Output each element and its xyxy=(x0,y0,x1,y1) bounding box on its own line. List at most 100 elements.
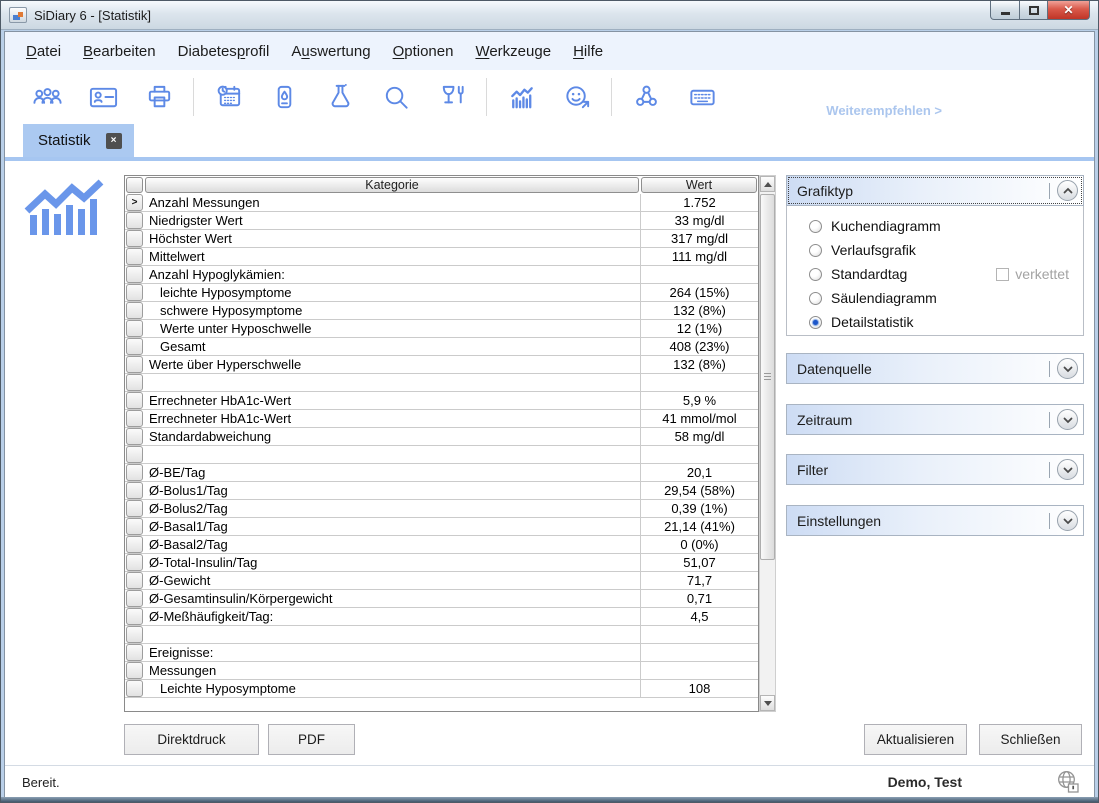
table-row[interactable]: Ø-Basal1/Tag21,14 (41%) xyxy=(125,518,758,536)
row-selector[interactable]: > xyxy=(126,194,143,211)
row-selector[interactable] xyxy=(126,356,143,373)
table-row[interactable] xyxy=(125,446,758,464)
radio-kuchendiagramm[interactable] xyxy=(809,220,822,233)
row-selector[interactable] xyxy=(126,464,143,481)
row-selector[interactable] xyxy=(126,482,143,499)
table-row[interactable]: leichte Hyposymptome264 (15%) xyxy=(125,284,758,302)
table-row[interactable]: Ø-BE/Tag20,1 xyxy=(125,464,758,482)
expand-einstellungen-button[interactable] xyxy=(1057,510,1078,531)
radio-label-s-ulendiagramm[interactable]: Säulendiagramm xyxy=(831,290,937,306)
row-selector[interactable] xyxy=(126,374,143,391)
radio-label-kuchendiagramm[interactable]: Kuchendiagramm xyxy=(831,218,941,234)
toolbar-button-food[interactable] xyxy=(435,77,469,117)
row-selector[interactable] xyxy=(126,590,143,607)
table-row[interactable]: Leichte Hyposymptome108 xyxy=(125,680,758,698)
radio-verlaufsgrafik[interactable] xyxy=(809,244,822,257)
radio-label-standardtag[interactable]: Standardtag xyxy=(831,266,907,282)
menu-item-werkzeuge[interactable]: Werkzeuge xyxy=(475,43,551,60)
online-status-icon[interactable] xyxy=(1055,770,1081,797)
toolbar-button-statistics[interactable] xyxy=(504,77,538,117)
tab-statistik[interactable]: Statistik × xyxy=(23,124,134,157)
table-row[interactable]: Ø-Total-Insulin/Tag51,07 xyxy=(125,554,758,572)
selector-column-header[interactable] xyxy=(126,177,143,193)
toolbar-button-printer[interactable] xyxy=(142,77,176,117)
schliessen-button[interactable]: Schließen xyxy=(979,724,1082,755)
pdf-button[interactable]: PDF xyxy=(268,724,355,755)
table-row[interactable]: Ereignisse: xyxy=(125,644,758,662)
scroll-up-button[interactable] xyxy=(760,176,775,192)
table-row[interactable]: Werte unter Hyposchwelle12 (1%) xyxy=(125,320,758,338)
tab-close-icon[interactable]: × xyxy=(106,133,122,149)
direktdruck-button[interactable]: Direktdruck xyxy=(124,724,259,755)
panel-datenquelle-header[interactable]: Datenquelle xyxy=(786,353,1084,384)
table-row[interactable]: Gesamt408 (23%) xyxy=(125,338,758,356)
row-selector[interactable] xyxy=(126,536,143,553)
table-row[interactable] xyxy=(125,626,758,644)
row-selector[interactable] xyxy=(126,284,143,301)
row-selector[interactable] xyxy=(126,518,143,535)
table-row[interactable]: Ø-Bolus2/Tag0,39 (1%) xyxy=(125,500,758,518)
row-selector[interactable] xyxy=(126,500,143,517)
panel-zeitraum-header[interactable]: Zeitraum xyxy=(786,404,1084,435)
toolbar-button-users[interactable] xyxy=(30,77,64,117)
value-column-header[interactable]: Wert xyxy=(641,177,757,193)
toolbar-button-share[interactable] xyxy=(629,77,663,117)
radio-label-verlaufsgrafik[interactable]: Verlaufsgrafik xyxy=(831,242,916,258)
row-selector[interactable] xyxy=(126,410,143,427)
menu-item-auswertung[interactable]: Auswertung xyxy=(291,43,370,60)
panel-einstellungen-header[interactable]: Einstellungen xyxy=(786,505,1084,536)
table-row[interactable]: Mittelwert111 mg/dl xyxy=(125,248,758,266)
toolbar-button-keyboard[interactable] xyxy=(685,77,719,117)
table-row[interactable]: >Anzahl Messungen1.752 xyxy=(125,194,758,212)
menu-item-bearbeiten[interactable]: Bearbeiten xyxy=(83,43,156,60)
radio-label-detailstatistik[interactable]: Detailstatistik xyxy=(831,314,913,330)
table-row[interactable]: Ø-Gesamtinsulin/Körpergewicht0,71 xyxy=(125,590,758,608)
row-selector[interactable] xyxy=(126,320,143,337)
row-selector[interactable] xyxy=(126,248,143,265)
toolbar-button-smiley[interactable] xyxy=(560,77,594,117)
row-selector[interactable] xyxy=(126,392,143,409)
category-column-header[interactable]: Kategorie xyxy=(145,177,639,193)
toolbar-button-flask[interactable] xyxy=(323,77,357,117)
row-selector[interactable] xyxy=(126,644,143,661)
table-row[interactable]: Ø-Bolus1/Tag29,54 (58%) xyxy=(125,482,758,500)
row-selector[interactable] xyxy=(126,266,143,283)
collapse-grafiktyp-button[interactable] xyxy=(1057,180,1078,201)
row-selector[interactable] xyxy=(126,572,143,589)
expand-filter-button[interactable] xyxy=(1057,459,1078,480)
close-button[interactable]: ✕ xyxy=(1047,1,1090,20)
toolbar-button-glucose-meter[interactable] xyxy=(267,77,301,117)
menu-item-hilfe[interactable]: Hilfe xyxy=(573,43,603,60)
row-selector[interactable] xyxy=(126,446,143,463)
menu-item-optionen[interactable]: Optionen xyxy=(393,43,454,60)
table-row[interactable]: Errechneter HbA1c-Wert5,9 % xyxy=(125,392,758,410)
table-row[interactable]: Höchster Wert317 mg/dl xyxy=(125,230,758,248)
toolbar-button-id-card[interactable] xyxy=(86,77,120,117)
panel-grafiktyp-header[interactable]: Grafiktyp xyxy=(786,175,1084,206)
row-selector[interactable] xyxy=(126,302,143,319)
toolbar-button-calendar[interactable] xyxy=(211,77,245,117)
expand-datenquelle-button[interactable] xyxy=(1057,358,1078,379)
radio-s-ulendiagramm[interactable] xyxy=(809,292,822,305)
row-selector[interactable] xyxy=(126,554,143,571)
verkettet-checkbox[interactable] xyxy=(996,268,1009,281)
table-row[interactable]: Messungen xyxy=(125,662,758,680)
table-row[interactable]: Ø-Basal2/Tag0 (0%) xyxy=(125,536,758,554)
row-selector[interactable] xyxy=(126,680,143,697)
table-row[interactable]: schwere Hyposymptome132 (8%) xyxy=(125,302,758,320)
row-selector[interactable] xyxy=(126,608,143,625)
table-row[interactable]: Ø-Meßhäufigkeit/Tag:4,5 xyxy=(125,608,758,626)
row-selector[interactable] xyxy=(126,230,143,247)
table-row[interactable]: Niedrigster Wert33 mg/dl xyxy=(125,212,758,230)
radio-standardtag[interactable] xyxy=(809,268,822,281)
table-row[interactable]: Anzahl Hypoglykämien: xyxy=(125,266,758,284)
table-row[interactable]: Standardabweichung58 mg/dl xyxy=(125,428,758,446)
row-selector[interactable] xyxy=(126,428,143,445)
menu-item-datei[interactable]: Datei xyxy=(26,43,61,60)
menu-item-diabetesprofil[interactable]: Diabetesprofil xyxy=(178,43,270,60)
table-row[interactable]: Ø-Gewicht71,7 xyxy=(125,572,758,590)
scroll-down-button[interactable] xyxy=(760,695,775,711)
scrollbar-thumb[interactable] xyxy=(760,194,775,560)
table-row[interactable]: Werte über Hyperschwelle132 (8%) xyxy=(125,356,758,374)
minimize-button[interactable] xyxy=(990,1,1020,20)
